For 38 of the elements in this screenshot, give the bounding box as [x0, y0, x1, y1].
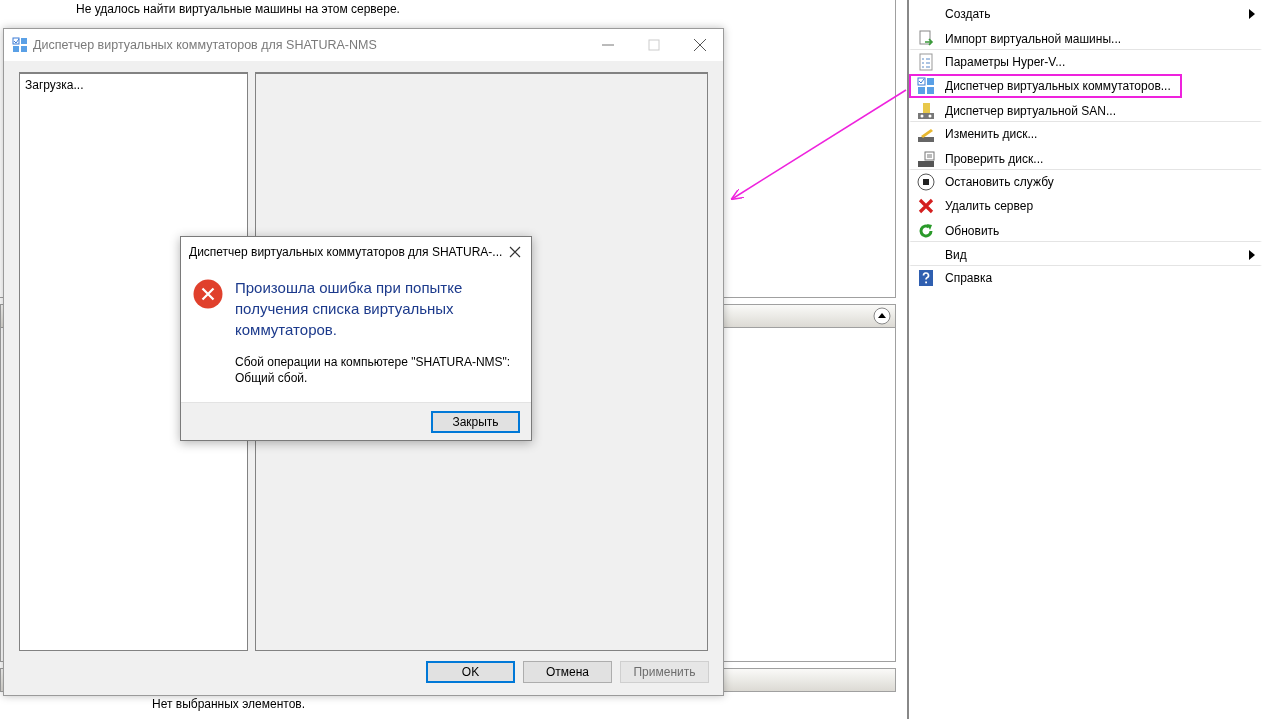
loading-text: Загрузка... [25, 78, 84, 92]
action-item[interactable]: Диспетчер виртуальных коммутаторов... [909, 74, 1182, 98]
dialog-button[interactable]: Отмена [523, 661, 612, 683]
action-item[interactable]: Импорт виртуальной машины... [909, 26, 1262, 50]
error-heading: Произошла ошибка при попытке получения списка виртуальных коммутаторов. [235, 278, 464, 340]
action-item[interactable]: Справка [909, 266, 1262, 290]
status-message: Не удалось найти виртуальные машины на этом сервере. [76, 1, 400, 18]
help-icon [917, 269, 935, 287]
action-item[interactable]: Обновить [909, 218, 1262, 242]
close-icon[interactable] [509, 246, 521, 258]
disk-icon [917, 149, 935, 168]
action-item[interactable]: Создать [909, 2, 1262, 26]
collapse-icon[interactable] [873, 307, 891, 325]
error-detail: Сбой операции на компьютере "SHATURA-NMS": Общий сбой. [235, 354, 512, 386]
action-item[interactable]: Диспетчер виртуальной SAN... [909, 98, 1262, 122]
switch-manager-icon [12, 37, 28, 53]
refresh-icon [917, 221, 935, 240]
close-icon[interactable] [693, 38, 707, 52]
action-item[interactable]: Удалить сервер [909, 194, 1262, 218]
checklist-icon [917, 53, 935, 71]
dialog-title: Диспетчер виртуальных коммутаторов для SHATURA-... [189, 244, 504, 261]
delete-icon [917, 197, 935, 215]
action-item[interactable]: Вид [909, 242, 1262, 266]
action-item[interactable]: Остановить службу [909, 170, 1262, 194]
switch-manager-icon [917, 77, 935, 95]
action-item[interactable]: Изменить диск... [909, 122, 1262, 146]
action-item[interactable]: Проверить диск... [909, 146, 1262, 170]
action-item[interactable]: Параметры Hyper-V... [909, 50, 1262, 74]
dialog-button[interactable]: OK [426, 661, 515, 683]
submenu-arrow-icon [1248, 249, 1256, 260]
window-title: Диспетчер виртуальных коммутаторов для SHATURA-NMS [33, 36, 378, 54]
import-icon [917, 29, 935, 48]
stop-icon [917, 173, 935, 191]
storage-icon [917, 101, 935, 120]
error-icon [193, 279, 223, 309]
submenu-arrow-icon [1248, 9, 1256, 19]
status-message: Нет выбранных элементов. [152, 697, 306, 711]
dialog-button[interactable]: Закрыть [431, 410, 520, 433]
